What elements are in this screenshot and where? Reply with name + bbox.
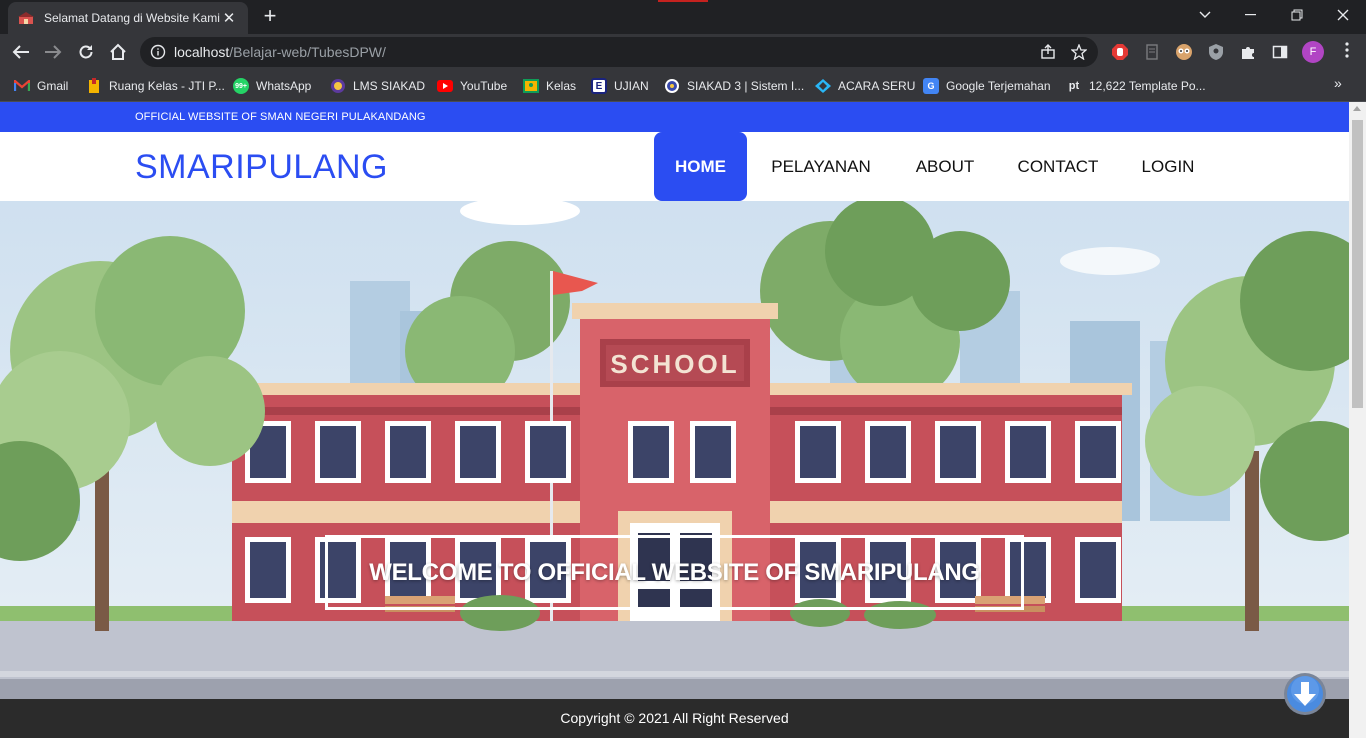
site-logo[interactable]: SMARIPULANG <box>135 148 388 187</box>
bookmark-kelas[interactable]: Kelas <box>523 76 576 96</box>
copyright-text: Copyright © 2021 All Right Reserved <box>560 710 789 726</box>
bookmark-label: SIAKAD 3 | Sistem I... <box>687 79 805 93</box>
nav-contact[interactable]: CONTACT <box>1005 132 1111 201</box>
top-info-bar: OFFICIAL WEBSITE OF SMAN NEGERI PULAKAND… <box>0 102 1349 132</box>
welcome-heading: WELCOME TO OFFICIAL WEBSITE OF SMARIPULA… <box>369 558 980 586</box>
site-info-icon[interactable] <box>150 44 166 60</box>
nav-login[interactable]: LOGIN <box>1127 132 1209 201</box>
page-scrollbar[interactable] <box>1349 102 1366 738</box>
shield-extension-icon[interactable] <box>1207 43 1225 61</box>
acara-icon <box>815 78 831 94</box>
bookmark-label: YouTube <box>460 79 508 93</box>
tab-close-icon[interactable]: ✕ <box>220 9 238 27</box>
gmail-icon <box>14 78 30 94</box>
menu-kebab-icon[interactable] <box>1337 42 1357 62</box>
bookmark-label: Google Terjemahan <box>946 79 1051 93</box>
address-bar[interactable]: localhost/Belajar-web/TubesDPW/ <box>140 37 1098 67</box>
new-tab-button[interactable]: + <box>258 5 282 29</box>
bookmark-label: WhatsApp <box>256 79 312 93</box>
document-extension-icon[interactable] <box>1143 43 1161 61</box>
bookmark-label: Kelas <box>546 79 577 93</box>
bookmark-whatsapp[interactable]: 99+ WhatsApp <box>233 76 311 96</box>
bookmark-acara-seru[interactable]: ACARA SERU <box>815 76 915 96</box>
topbar-text: OFFICIAL WEBSITE OF SMAN NEGERI PULAKAND… <box>135 111 426 123</box>
close-window-button[interactable] <box>1320 0 1366 30</box>
tab-title: Selamat Datang di Website Kami <box>44 11 220 25</box>
school-favicon-icon <box>18 10 34 26</box>
bookmark-ruang-kelas[interactable]: Ruang Kelas - JTI P... <box>86 76 225 96</box>
nav-pelayanan[interactable]: PELAYANAN <box>757 132 885 201</box>
owl-extension-icon[interactable] <box>1175 43 1193 61</box>
tab-indicator <box>658 0 708 2</box>
tab-search-icon[interactable] <box>1182 0 1228 30</box>
bookmark-ujian[interactable]: E UJIAN <box>591 76 649 96</box>
bookmark-label: ACARA SERU <box>838 79 916 93</box>
bookmarks-bar: Gmail Ruang Kelas - JTI P... 99+ WhatsAp… <box>0 70 1366 102</box>
url-host: localhost <box>174 44 230 60</box>
browser-toolbar: localhost/Belajar-web/TubesDPW/ F <box>0 34 1366 70</box>
bookmark-gmail[interactable]: Gmail <box>14 76 68 96</box>
nav-home[interactable]: HOME <box>654 132 747 201</box>
welcome-banner: WELCOME TO OFFICIAL WEBSITE OF SMARIPULA… <box>325 535 1024 610</box>
bookmark-label: LMS SIAKAD <box>353 79 426 93</box>
url-path: /Belajar-web/TubesDPW/ <box>229 44 386 60</box>
pt-icon: pt <box>1068 80 1080 92</box>
scroll-down-arrow-icon[interactable] <box>1283 672 1327 716</box>
more-bookmarks-icon[interactable]: » <box>1334 75 1342 91</box>
bookmark-siakad-3[interactable]: SIAKAD 3 | Sistem I... <box>664 76 804 96</box>
whatsapp-icon: 99+ <box>233 78 249 94</box>
puzzle-extensions-icon[interactable] <box>1239 43 1257 61</box>
siakad-icon <box>664 78 680 94</box>
adblock-extension-icon[interactable] <box>1111 43 1129 61</box>
bookmark-lms-siakad[interactable]: LMS SIAKAD <box>330 76 425 96</box>
restore-button[interactable] <box>1274 0 1320 30</box>
nav-about[interactable]: ABOUT <box>900 132 990 201</box>
bookmark-label: Ruang Kelas - JTI P... <box>109 79 225 93</box>
site-footer: Copyright © 2021 All Right Reserved <box>0 699 1349 738</box>
profile-avatar[interactable]: F <box>1302 41 1324 63</box>
browser-tab[interactable]: Selamat Datang di Website Kami ✕ <box>8 2 248 34</box>
bookmark-label: 12,622 Template Po... <box>1089 79 1206 93</box>
bookmark-label: UJIAN <box>614 79 649 93</box>
forward-arrow-icon[interactable] <box>40 39 66 65</box>
bookmark-google-terjemahan[interactable]: G Google Terjemahan <box>923 76 1051 96</box>
school-illustration: SCHOOL <box>0 201 1349 699</box>
url-text[interactable]: localhost/Belajar-web/TubesDPW/ <box>174 44 386 60</box>
bookmark-template[interactable]: pt 12,622 Template Po... <box>1066 76 1206 96</box>
bookmark-label: Gmail <box>37 79 69 93</box>
ujian-icon: E <box>591 78 607 94</box>
tab-strip: Selamat Datang di Website Kami ✕ + <box>0 0 1366 34</box>
side-panel-icon[interactable] <box>1271 43 1289 61</box>
home-icon[interactable] <box>105 39 131 65</box>
bookmark-youtube[interactable]: YouTube <box>437 76 507 96</box>
page-viewport: OFFICIAL WEBSITE OF SMAN NEGERI PULAKAND… <box>0 102 1349 738</box>
reload-icon[interactable] <box>73 39 99 65</box>
back-arrow-icon[interactable] <box>8 39 34 65</box>
share-icon[interactable] <box>1040 44 1056 60</box>
site-header: SMARIPULANG HOME PELAYANAN ABOUT CONTACT… <box>0 132 1349 201</box>
hero-banner: SCHOOL WELCOME TO OFFICIAL WEBSITE OF SM… <box>0 201 1349 699</box>
classroom-icon <box>523 78 539 94</box>
bookmark-star-icon[interactable] <box>1070 43 1088 61</box>
school-sign: SCHOOL <box>610 349 739 379</box>
translate-icon: G <box>923 78 939 94</box>
scroll-up-arrow-icon[interactable] <box>1353 106 1361 111</box>
ruang-kelas-icon <box>86 78 102 94</box>
scroll-thumb[interactable] <box>1352 120 1363 408</box>
lms-icon <box>330 78 346 94</box>
minimize-button[interactable] <box>1228 0 1274 30</box>
youtube-icon <box>437 78 453 94</box>
